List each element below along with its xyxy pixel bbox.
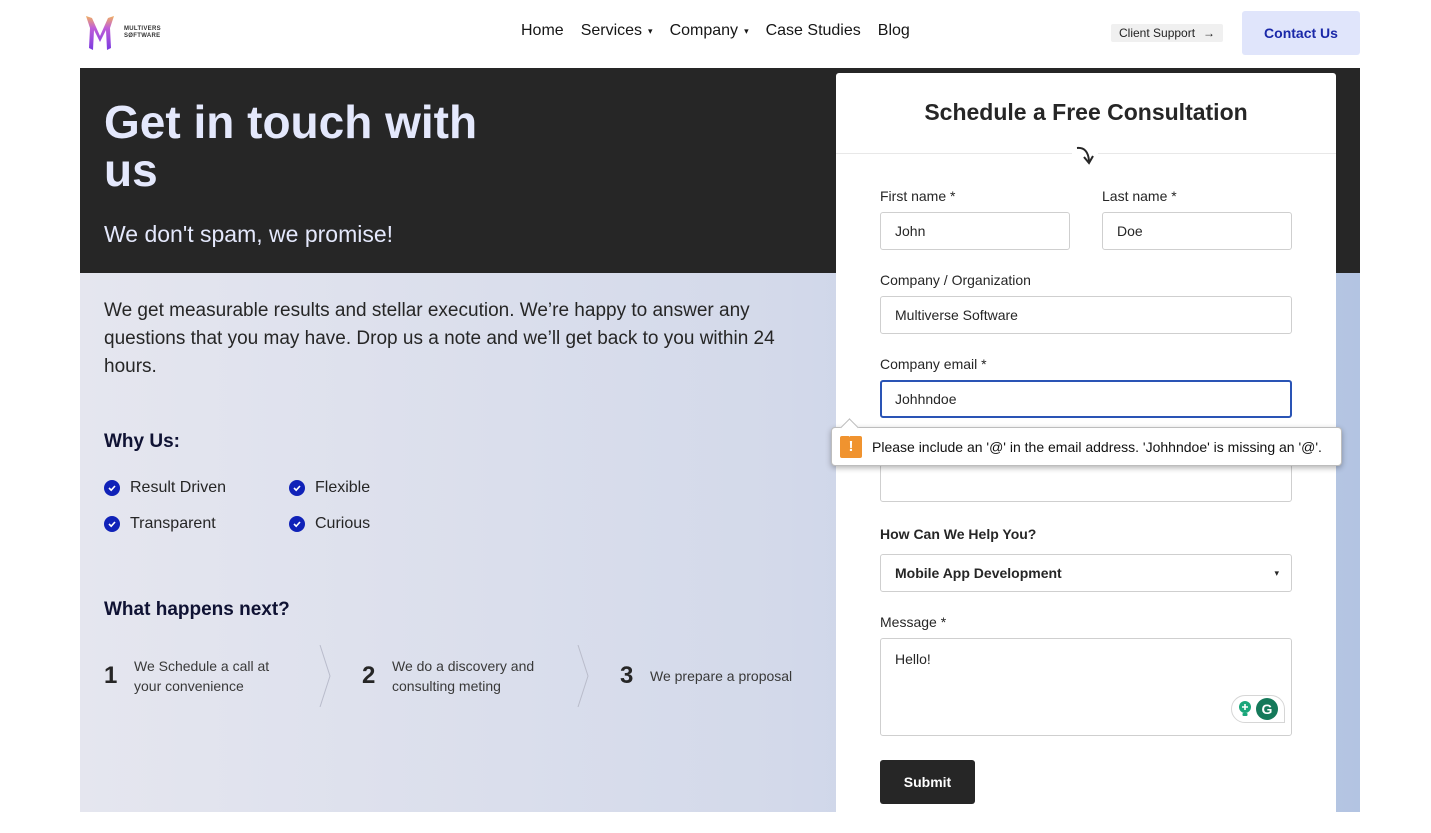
hero-subtitle: We don't spam, we promise! [104, 221, 394, 247]
first-name-input[interactable]: John [880, 212, 1070, 250]
why-us-item-label: Result Driven [130, 479, 227, 496]
step-text: We do a discovery and consulting meting [392, 658, 535, 694]
why-us-item: Curious [289, 514, 439, 534]
first-name-label: First name * [880, 188, 956, 204]
main-nav: Home Services ▾ Company ▾ Case Studies Blo… [521, 22, 910, 40]
why-us-item: Result Driven [104, 478, 289, 498]
logo-text-line2: SØFTWARE [124, 33, 161, 39]
step-text: We Schedule a call at your convenience [134, 658, 270, 694]
form-title: Schedule a Free Consultation [924, 99, 1248, 125]
step-item: 1 We Schedule a call at your convenience [104, 645, 362, 707]
chevron-separator-icon [319, 645, 331, 707]
nav-company-label: Company [669, 22, 739, 39]
nav-company[interactable]: Company ▾ [670, 22, 749, 40]
client-support-link[interactable]: Client Support → [1111, 24, 1224, 42]
company-input[interactable]: Multiverse Software [880, 296, 1292, 334]
email-input[interactable]: Johhndoe [880, 380, 1292, 418]
validation-tooltip: ! Please include an '@' in the email add… [831, 427, 1342, 466]
why-us-item-label: Transparent [130, 515, 216, 532]
nav-services-label: Services [580, 22, 643, 39]
step-item: 2 We do a discovery and consulting metin… [362, 645, 620, 707]
check-circle-icon [289, 516, 305, 532]
check-circle-icon [289, 480, 305, 496]
nav-case-studies-label: Case Studies [765, 22, 861, 39]
caret-down-icon: ▾ [648, 25, 653, 36]
help-select-value: Mobile App Development [895, 565, 1062, 581]
contact-us-button[interactable]: Contact Us [1242, 11, 1360, 55]
logo-text-line1: MULTIVERS [124, 26, 161, 32]
last-name-input[interactable]: Doe [1102, 212, 1292, 250]
email-label: Company email * [880, 356, 987, 372]
step-text: We prepare a proposal [650, 668, 793, 684]
company-label: Company / Organization [880, 272, 1031, 288]
step-number: 3 [620, 662, 634, 689]
why-us-item-label: Curious [315, 515, 371, 532]
hidden-field-input[interactable] [880, 464, 1292, 502]
nav-services[interactable]: Services ▾ [581, 22, 653, 40]
logo-text: MULTIVERS SØFTWARE [124, 26, 161, 40]
step-number: 1 [104, 662, 118, 689]
chevron-separator-icon [577, 645, 589, 707]
check-circle-icon [104, 516, 120, 532]
nav-blog-label: Blog [877, 22, 910, 39]
next-steps-heading: What happens next? [104, 599, 290, 620]
client-support-label: Client Support [1119, 26, 1196, 40]
last-name-label: Last name * [1102, 188, 1177, 204]
caret-down-icon: ▾ [1274, 567, 1279, 578]
nav-blog[interactable]: Blog [878, 22, 910, 40]
why-us-item-label: Flexible [315, 479, 371, 496]
logo[interactable]: MULTIVERS SØFTWARE [84, 14, 174, 52]
nav-case-studies[interactable]: Case Studies [766, 22, 861, 40]
logo-icon [86, 16, 114, 50]
step-number: 2 [362, 662, 376, 689]
why-us-list: Result Driven Flexible Transparent Curio… [104, 478, 439, 534]
nav-home[interactable]: Home [521, 22, 564, 40]
arrow-right-icon: → [1203, 26, 1216, 40]
intro-text: We get measurable results and stellar ex… [104, 300, 775, 377]
lightbulb-icon [1239, 701, 1251, 716]
grammarly-widget[interactable]: G [1231, 695, 1285, 723]
why-us-heading: Why Us: [104, 431, 180, 452]
grammarly-icon: G [1256, 698, 1278, 720]
validation-message: Please include an '@' in the email addre… [872, 438, 1322, 455]
why-us-item: Transparent [104, 514, 289, 534]
hero-title: Get in touch with us [104, 96, 478, 196]
warning-icon: ! [840, 435, 862, 458]
message-value: Hello! [895, 651, 931, 667]
caret-down-icon: ▾ [744, 25, 749, 36]
help-select[interactable]: Mobile App Development ▾ [880, 554, 1292, 592]
next-steps-list: 1 We Schedule a call at your convenience… [104, 645, 878, 707]
why-us-item: Flexible [289, 478, 439, 498]
curved-arrow-down-icon [1072, 143, 1098, 169]
submit-button[interactable]: Submit [880, 760, 975, 804]
help-label: How Can We Help You? [880, 526, 1037, 542]
nav-home-label: Home [521, 22, 564, 39]
site-header: MULTIVERS SØFTWARE Home Services ▾ Compan… [0, 0, 1431, 68]
message-textarea[interactable]: Hello! G [880, 638, 1292, 736]
check-circle-icon [104, 480, 120, 496]
message-label: Message * [880, 614, 947, 630]
